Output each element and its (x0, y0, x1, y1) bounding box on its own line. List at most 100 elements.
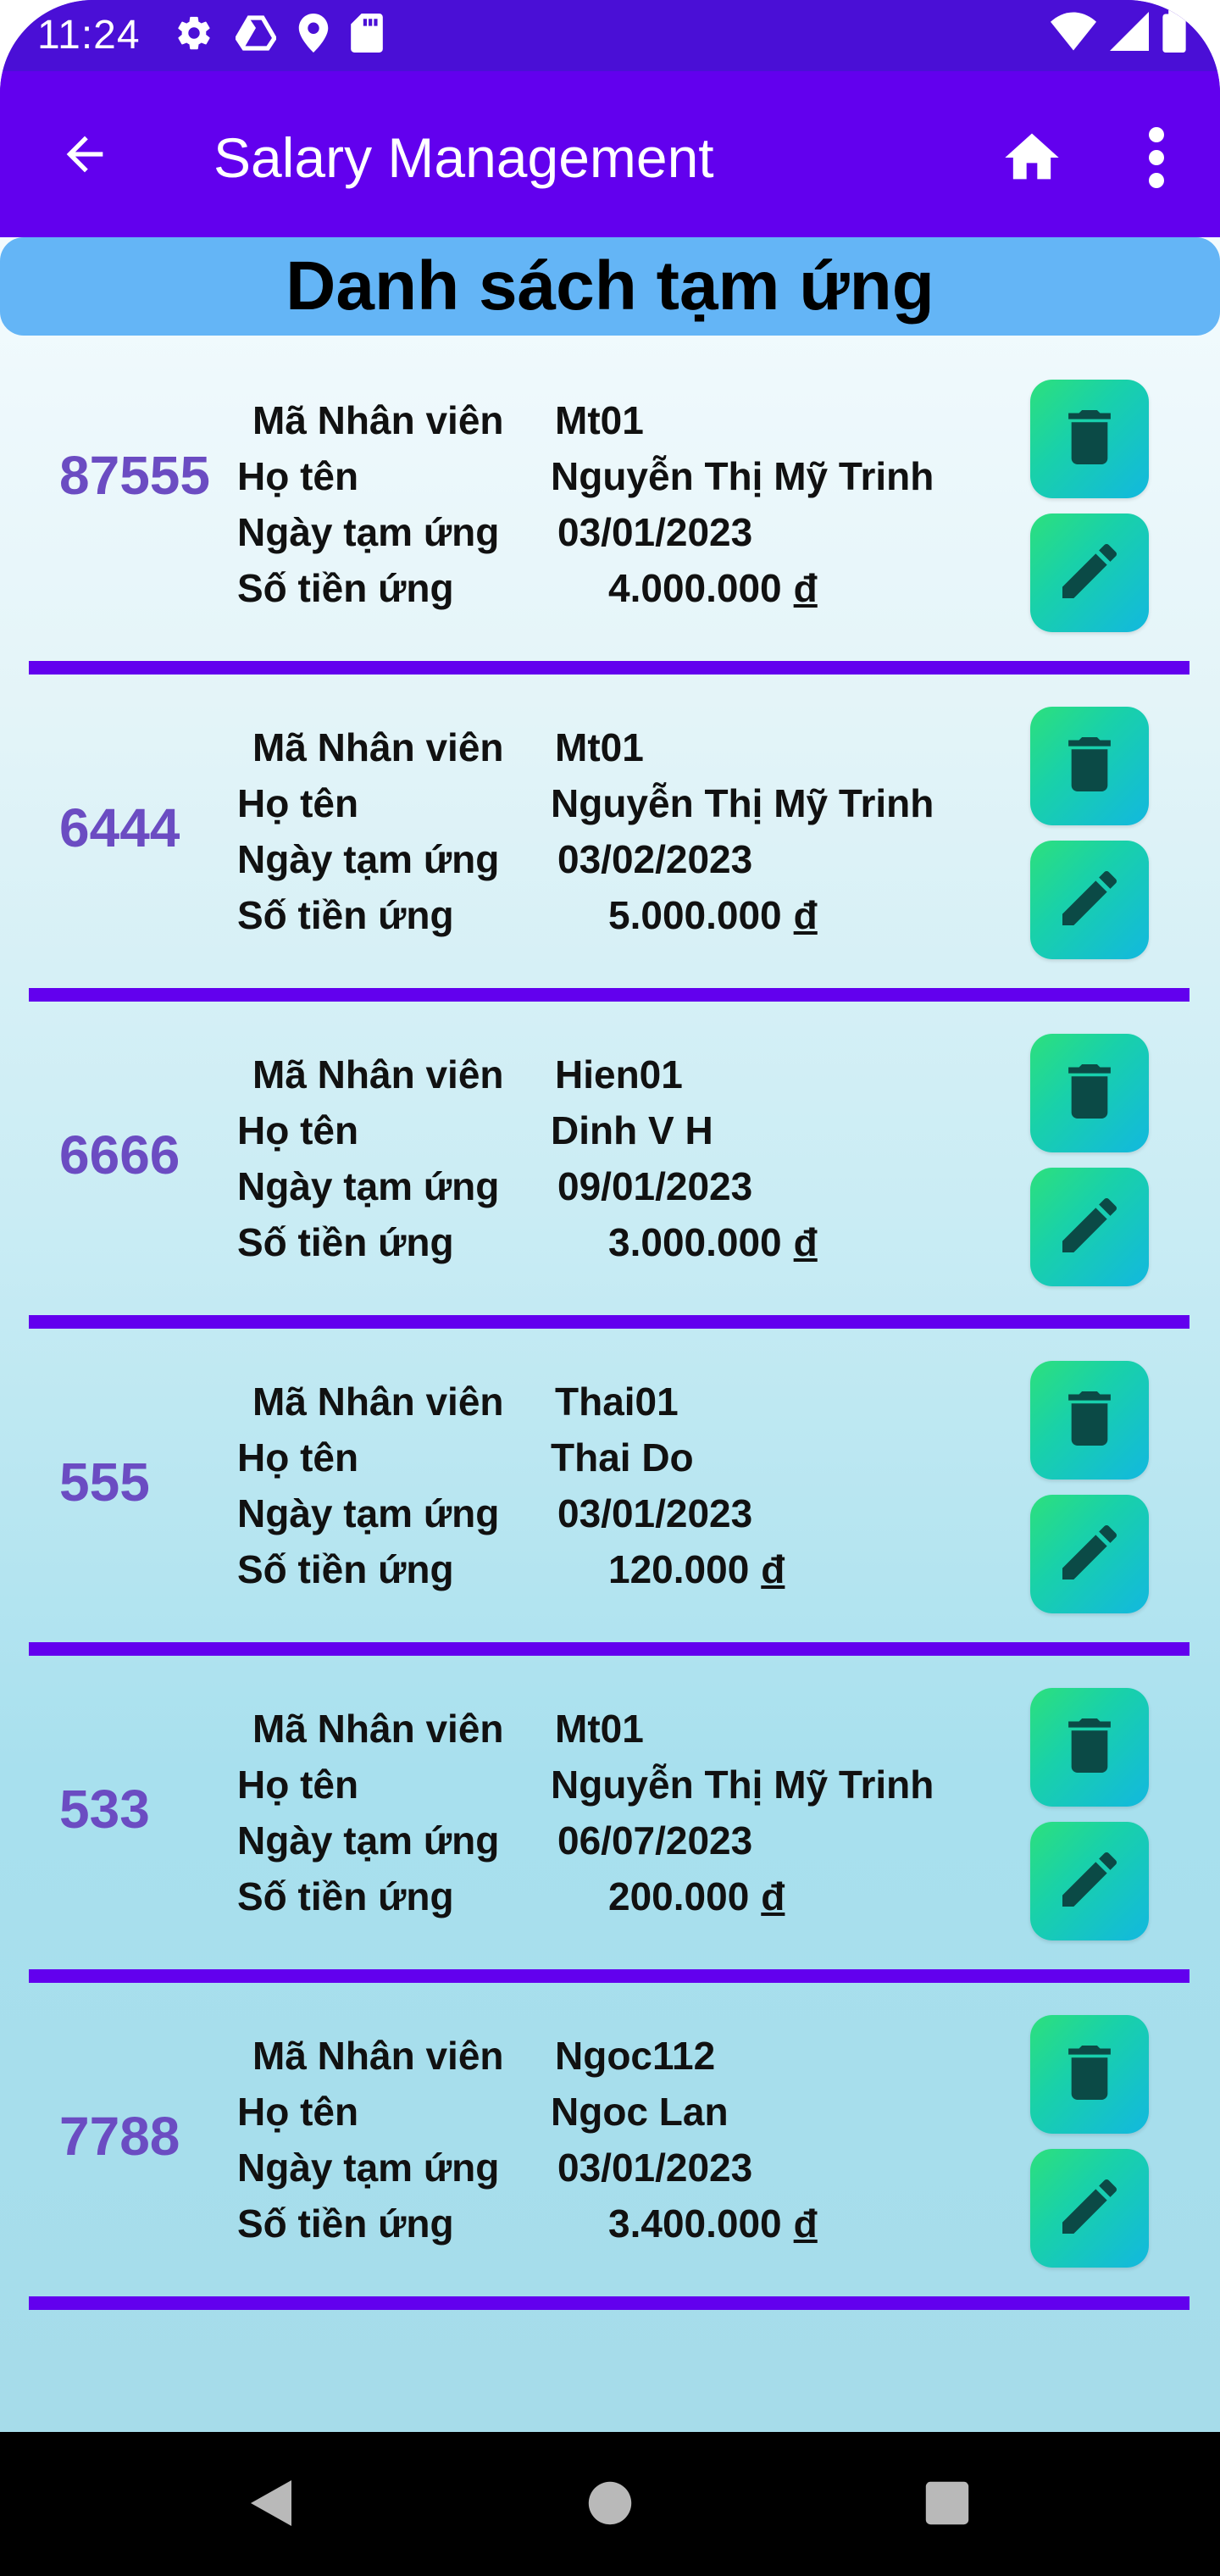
employee-id-value: Mt01 (555, 725, 644, 769)
edit-icon (1062, 1852, 1117, 1911)
status-icons-left (175, 14, 383, 57)
delete-button[interactable] (1030, 380, 1149, 498)
list-item[interactable]: 87555 Mã Nhân viên Mt01 Họ tên Nguyễn Th… (0, 336, 1220, 675)
delete-icon (1066, 1063, 1113, 1123)
delete-icon (1066, 409, 1113, 469)
settings-icon (175, 14, 214, 57)
name-value: Nguyễn Thị Mỹ Trinh (551, 454, 934, 498)
delete-icon (1066, 1391, 1113, 1450)
employee-id-value: Mt01 (555, 398, 644, 442)
nav-home-button[interactable] (574, 2469, 646, 2540)
edit-icon (1062, 1197, 1117, 1257)
name-label: Họ tên (237, 1763, 359, 1807)
date-value: 06/07/2023 (557, 1818, 753, 1863)
employee-id-value: Hien01 (555, 1052, 683, 1096)
signal-icon (1110, 12, 1149, 55)
amount-value: 3.000.000 đ (608, 1219, 818, 1266)
advance-id: 6444 (59, 797, 180, 858)
advance-id: 533 (59, 1779, 150, 1840)
employee-id-label: Mã Nhân viên (252, 2034, 504, 2078)
delete-button[interactable] (1030, 2015, 1149, 2134)
currency-symbol: đ (793, 566, 818, 610)
employee-id-label: Mã Nhân viên (252, 1707, 504, 1751)
battery-icon (1162, 10, 1186, 57)
currency-symbol: đ (793, 893, 818, 937)
amount-label: Số tiền ứng (237, 2201, 454, 2246)
advance-id: 555 (59, 1452, 150, 1513)
date-label: Ngày tạm ứng (237, 1818, 500, 1863)
status-bar: 11:24 (0, 0, 1220, 71)
nav-back-button[interactable] (236, 2469, 307, 2540)
delete-button[interactable] (1030, 1034, 1149, 1152)
edit-button[interactable] (1030, 2149, 1149, 2268)
delete-button[interactable] (1030, 1361, 1149, 1480)
advance-id: 87555 (59, 445, 210, 506)
delete-button[interactable] (1030, 707, 1149, 825)
delete-icon (1066, 1718, 1113, 1777)
name-label: Họ tên (237, 1108, 359, 1152)
edit-button[interactable] (1030, 1168, 1149, 1286)
employee-id-value: Thai01 (555, 1380, 679, 1424)
nav-recents-button[interactable] (912, 2469, 983, 2540)
back-button[interactable] (49, 120, 120, 192)
name-label: Họ tên (237, 454, 359, 498)
edit-button[interactable] (1030, 1822, 1149, 1940)
amount-value: 120.000 đ (608, 1546, 785, 1593)
name-label: Họ tên (237, 781, 359, 825)
delete-icon (1066, 736, 1113, 796)
app-title: Salary Management (214, 126, 714, 189)
amount-number: 200.000 (608, 1874, 750, 1918)
name-value: Nguyễn Thị Mỹ Trinh (551, 781, 934, 825)
edit-icon (1062, 543, 1117, 602)
home-button[interactable] (990, 117, 1074, 202)
triangle-back-icon (246, 2478, 297, 2533)
edit-icon (1062, 2179, 1117, 2238)
delete-button[interactable] (1030, 1688, 1149, 1807)
edit-button[interactable] (1030, 514, 1149, 632)
list-header: Danh sách tạm ứng (0, 237, 1220, 336)
employee-id-value: Mt01 (555, 1707, 644, 1751)
amount-number: 3.000.000 (608, 1220, 782, 1264)
amount-value: 200.000 đ (608, 1873, 785, 1920)
overflow-menu-button[interactable] (1127, 117, 1186, 202)
list-item[interactable]: 533 Mã Nhân viên Mt01 Họ tên Nguyễn Thị … (0, 1644, 1220, 1983)
item-divider (29, 2296, 1190, 2310)
currency-symbol: đ (793, 1220, 818, 1264)
date-value: 03/01/2023 (557, 510, 753, 554)
list-item[interactable]: 555 Mã Nhân viên Thai01 Họ tên Thai Do N… (0, 1317, 1220, 1656)
square-recents-icon (923, 2479, 971, 2531)
list-item[interactable]: 7788 Mã Nhân viên Ngoc112 Họ tên Ngoc La… (0, 1971, 1220, 2310)
name-value: Ngoc Lan (551, 2090, 729, 2134)
circle-home-icon (586, 2479, 634, 2531)
amount-value: 3.400.000 đ (608, 2200, 818, 2247)
status-icons-right (1051, 10, 1186, 57)
employee-id-label: Mã Nhân viên (252, 398, 504, 442)
employee-id-label: Mã Nhân viên (252, 1052, 504, 1096)
edit-icon (1062, 1524, 1117, 1584)
date-value: 09/01/2023 (557, 1164, 753, 1208)
name-label: Họ tên (237, 2090, 359, 2134)
date-label: Ngày tạm ứng (237, 1164, 500, 1208)
name-value: Dinh V H (551, 1108, 713, 1152)
advance-id: 6666 (59, 1124, 180, 1185)
amount-number: 5.000.000 (608, 893, 782, 937)
list-item[interactable]: 6666 Mã Nhân viên Hien01 Họ tên Dinh V H… (0, 990, 1220, 1329)
sd-card-icon (351, 14, 383, 57)
status-time: 11:24 (37, 13, 141, 58)
date-label: Ngày tạm ứng (237, 837, 500, 881)
list-item[interactable]: 6444 Mã Nhân viên Mt01 Họ tên Nguyễn Thị… (0, 663, 1220, 1002)
date-value: 03/02/2023 (557, 837, 753, 881)
date-value: 03/01/2023 (557, 2146, 753, 2190)
employee-id-label: Mã Nhân viên (252, 725, 504, 769)
amount-value: 4.000.000 đ (608, 564, 818, 612)
more-vert-icon (1146, 126, 1167, 192)
advance-id: 7788 (59, 2106, 180, 2167)
wifi-icon (1051, 12, 1096, 55)
edit-button[interactable] (1030, 1495, 1149, 1613)
currency-symbol: đ (761, 1874, 785, 1918)
date-value: 03/01/2023 (557, 1491, 753, 1535)
date-label: Ngày tạm ứng (237, 1491, 500, 1535)
amount-label: Số tiền ứng (237, 566, 454, 610)
system-nav-bar (0, 2432, 1220, 2576)
edit-button[interactable] (1030, 841, 1149, 959)
